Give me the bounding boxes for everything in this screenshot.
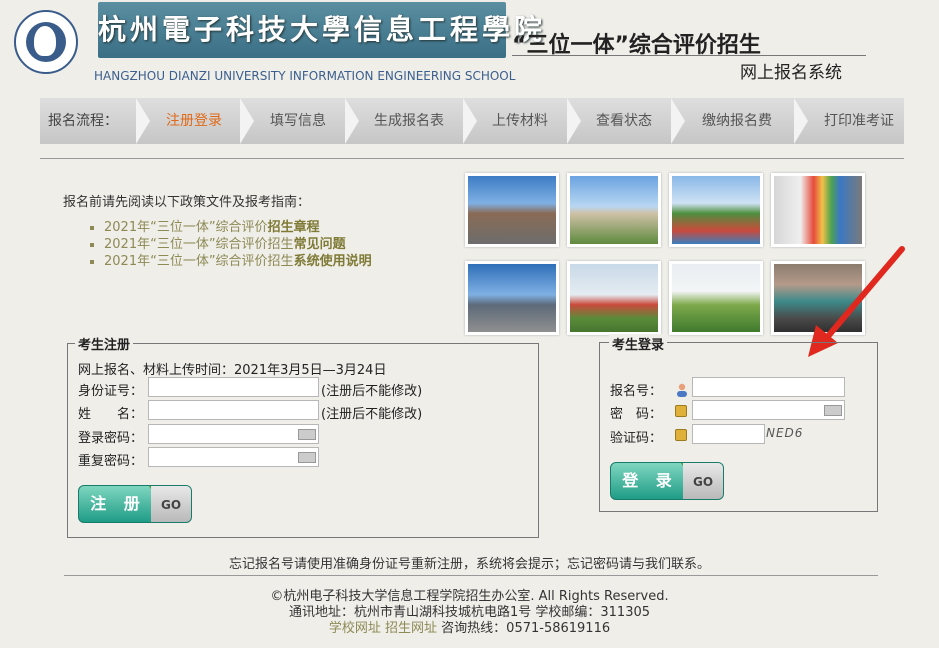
login-button[interactable]: 登 录 GO — [610, 462, 724, 500]
captcha-image[interactable]: NED6 — [766, 426, 808, 442]
link-admission-charter[interactable]: 2021年“三位一体”综合评价招生章程 — [104, 219, 372, 236]
application-number-input[interactable] — [692, 377, 845, 397]
lock-icon — [675, 429, 687, 441]
campus-photo — [465, 173, 559, 247]
register-password-label: 登录密码： — [78, 431, 144, 446]
captcha-input[interactable] — [692, 424, 765, 444]
register-period: 网上报名、材料上传时间：2021年3月5日—3月24日 — [78, 363, 387, 378]
login-button-label: 登 录 — [622, 471, 678, 490]
campus-photo — [669, 261, 763, 335]
nav-step-fill-info[interactable]: 填写信息 — [270, 98, 326, 144]
keyboard-icon[interactable] — [824, 405, 842, 416]
nav-step-pay[interactable]: 缴纳报名费 — [702, 98, 772, 144]
banner-title: 杭州電子科技大學信息工程學院 — [98, 13, 547, 46]
nav-step-generate-form[interactable]: 生成报名表 — [374, 98, 444, 144]
register-password-input[interactable] — [148, 424, 319, 444]
school-english-name: HANGZHOU DIANZI UNIVERSITY INFORMATION E… — [94, 69, 516, 83]
nav-step-upload[interactable]: 上传材料 — [492, 98, 548, 144]
nav-step-status[interactable]: 查看状态 — [596, 98, 652, 144]
campus-photo — [669, 173, 763, 247]
name-input[interactable] — [148, 400, 319, 420]
user-icon — [677, 383, 687, 397]
id-number-input[interactable] — [148, 377, 319, 397]
application-number-label: 报名号： — [610, 384, 663, 399]
school-site-link[interactable]: 学校网址 — [329, 621, 381, 636]
id-number-label: 身份证号： — [78, 384, 144, 399]
keyboard-icon[interactable] — [298, 452, 316, 463]
nav-separator — [567, 98, 585, 144]
name-label: 姓 名： — [78, 407, 144, 422]
title-banner: 杭州電子科技大學信息工程學院 — [98, 2, 547, 58]
forget-notice: 忘记报名号请使用准确身份证号重新注册，系统将会提示；忘记密码请与我们联系。 — [228, 557, 710, 572]
register-legend: 考生注册 — [75, 334, 134, 353]
register-button-label: 注 册 — [90, 494, 146, 513]
nav-step-print-ticket[interactable]: 打印准考证 — [824, 98, 894, 144]
footer-links: 学校网址 招生网址 咨询热线：0571-58619116 — [0, 617, 939, 636]
lock-icon — [675, 405, 687, 417]
nav-separator — [463, 98, 481, 144]
nav-separator — [345, 98, 363, 144]
keyboard-icon[interactable] — [298, 429, 316, 440]
repeat-password-input[interactable] — [148, 447, 319, 467]
footer-divider — [64, 575, 878, 576]
nav-separator — [136, 98, 154, 144]
captcha-label: 验证码： — [610, 431, 663, 446]
login-legend: 考生登录 — [609, 334, 668, 353]
slogan-underline — [512, 55, 866, 56]
id-number-hint: (注册后不能修改) — [321, 384, 423, 399]
nav-step-register-login[interactable]: 注册登录 — [166, 98, 222, 144]
register-button[interactable]: 注 册 GO — [78, 485, 192, 523]
go-label: GO — [151, 486, 191, 522]
campus-photo — [771, 173, 865, 247]
nav-divider — [40, 158, 904, 159]
campus-photo — [567, 261, 661, 335]
repeat-password-label: 重复密码： — [78, 454, 144, 469]
school-logo — [14, 10, 78, 74]
name-hint: (注册后不能修改) — [321, 407, 423, 422]
campus-photo — [567, 173, 661, 247]
login-password-label: 密 码： — [610, 407, 663, 422]
intro-text: 报名前请先阅读以下政策文件及报考指南： — [63, 195, 311, 210]
nav-separator — [794, 98, 812, 144]
policy-links: 2021年“三位一体”综合评价招生章程 2021年“三位一体”综合评价招生常见问… — [90, 219, 372, 270]
process-nav: 报名流程： 注册登录 填写信息 生成报名表 上传材料 查看状态 缴纳报名费 打印… — [40, 98, 904, 144]
login-password-input[interactable] — [692, 400, 845, 420]
admission-site-link[interactable]: 招生网址 — [385, 621, 437, 636]
go-label: GO — [683, 463, 723, 499]
link-user-guide[interactable]: 2021年“三位一体”综合评价招生系统使用说明 — [104, 253, 372, 270]
nav-separator — [240, 98, 258, 144]
nav-label: 报名流程： — [48, 113, 118, 129]
link-faq[interactable]: 2021年“三位一体”综合评价招生常见问题 — [104, 236, 372, 253]
system-name: 网上报名系统 — [740, 63, 842, 83]
nav-separator — [671, 98, 689, 144]
campus-photo — [465, 261, 559, 335]
hotline: 咨询热线：0571-58619116 — [441, 621, 611, 636]
